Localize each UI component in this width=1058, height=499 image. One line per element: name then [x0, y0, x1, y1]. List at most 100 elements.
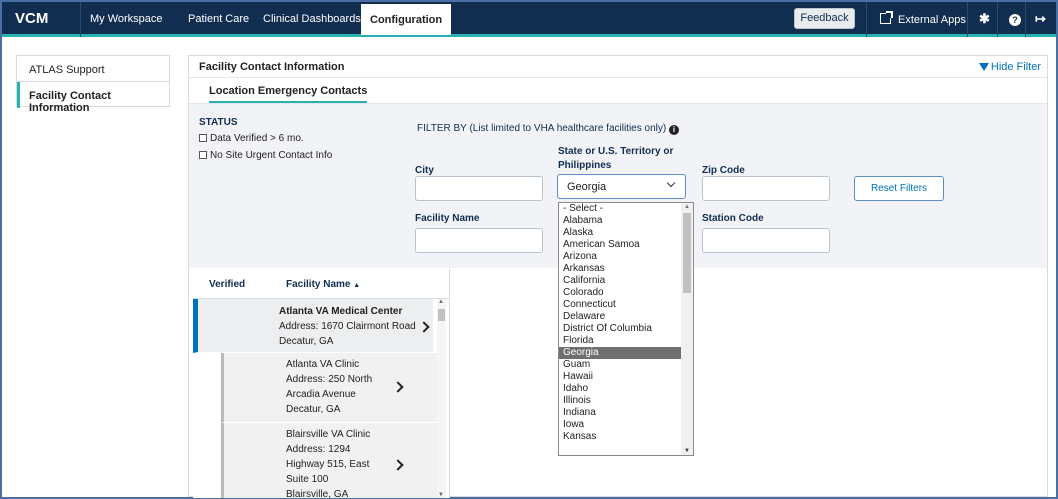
- tab-my-workspace[interactable]: My Workspace: [90, 13, 163, 25]
- zip-label: Zip Code: [702, 165, 745, 176]
- column-verified[interactable]: Verified: [209, 279, 245, 290]
- nav-divider: [967, 2, 968, 37]
- table-row[interactable]: Atlanta VA Medical Center Address: 1670 …: [193, 299, 433, 353]
- dropdown-option-selected[interactable]: Georgia: [559, 347, 681, 359]
- state-dropdown-list[interactable]: - Select - Alabama Alaska American Samoa…: [558, 202, 694, 456]
- filter-icon: [978, 63, 989, 71]
- facility-name: Atlanta VA Clinic: [286, 359, 360, 370]
- city-input[interactable]: [415, 176, 543, 201]
- column-facility-name-label: Facility Name: [286, 279, 351, 290]
- dropdown-option[interactable]: Kansas: [559, 431, 681, 443]
- dropdown-option[interactable]: - Select -: [559, 203, 681, 215]
- external-apps-link[interactable]: External Apps: [880, 11, 966, 26]
- top-nav: VCM My Workspace Patient Care Clinical D…: [2, 2, 1056, 37]
- dropdown-option[interactable]: Colorado: [559, 287, 681, 299]
- divider: [189, 77, 1047, 78]
- reset-filters-button[interactable]: Reset Filters: [854, 176, 944, 201]
- chevron-right-icon[interactable]: [418, 321, 430, 333]
- table-row[interactable]: Blairsville VA Clinic Address: 1294 High…: [221, 423, 437, 498]
- app-window: VCM My Workspace Patient Care Clinical D…: [0, 0, 1058, 499]
- gear-icon[interactable]: ✱: [979, 11, 990, 27]
- dropdown-option[interactable]: Alabama: [559, 215, 681, 227]
- sidebar-item-facility-contact-information[interactable]: Facility Contact Information: [17, 82, 169, 114]
- dropdown-option[interactable]: Delaware: [559, 311, 681, 323]
- sidebar: ATLAS Support Facility Contact Informati…: [16, 55, 170, 114]
- dropdown-option[interactable]: Iowa: [559, 419, 681, 431]
- scroll-down-icon[interactable]: ▼: [684, 448, 690, 454]
- hide-filter-link[interactable]: Hide Filter: [978, 61, 1041, 73]
- filter-note: (List limited to VHA healthcare faciliti…: [469, 123, 667, 134]
- tab-configuration[interactable]: Configuration: [361, 4, 452, 35]
- dropdown-option[interactable]: Arizona: [559, 251, 681, 263]
- row-text: Atlanta VA Clinic Address: 250 North Arc…: [286, 357, 372, 417]
- dropdown-option[interactable]: California: [559, 275, 681, 287]
- dropdown-option[interactable]: Hawaii: [559, 371, 681, 383]
- station-code-label: Station Code: [702, 213, 764, 224]
- state-select[interactable]: Georgia: [557, 174, 686, 199]
- sidebar-item-atlas-support[interactable]: ATLAS Support: [17, 56, 169, 82]
- facility-city: Decatur, GA: [279, 336, 334, 347]
- external-link-icon: [880, 11, 893, 24]
- facility-address-line2: Highway 515, East: [286, 459, 370, 470]
- dropdown-option[interactable]: American Samoa: [559, 239, 681, 251]
- nav-divider: [80, 2, 81, 37]
- status-heading: STATUS: [199, 117, 238, 128]
- scroll-up-icon[interactable]: ▲: [684, 204, 690, 210]
- dropdown-option[interactable]: Florida: [559, 335, 681, 347]
- state-label: State or U.S. Territory or: [558, 146, 674, 157]
- scrollbar-thumb[interactable]: [438, 309, 445, 321]
- chevron-right-icon[interactable]: [392, 381, 404, 393]
- dropdown-option[interactable]: Alaska: [559, 227, 681, 239]
- scroll-up-icon[interactable]: ▲: [438, 299, 444, 305]
- filter-by-label: FILTER BY: [417, 123, 467, 134]
- dropdown-option[interactable]: Connecticut: [559, 299, 681, 311]
- facility-address: Address: 1670 Clairmont Road: [279, 321, 416, 332]
- facility-address-line2: Arcadia Avenue: [286, 389, 356, 400]
- dropdown-option[interactable]: District Of Columbia: [559, 323, 681, 335]
- hide-filter-label: Hide Filter: [990, 61, 1041, 73]
- tab-clinical-dashboards[interactable]: Clinical Dashboards: [263, 13, 361, 25]
- row-text: Blairsville VA Clinic Address: 1294 High…: [286, 427, 370, 498]
- results-scrollbar[interactable]: ▲ ▼: [437, 299, 446, 498]
- dropdown-option[interactable]: Guam: [559, 359, 681, 371]
- facility-address: Address: 1294: [286, 444, 351, 455]
- no-urgent-contact-checkbox[interactable]: No Site Urgent Contact Info: [199, 150, 332, 161]
- column-facility-name[interactable]: Facility Name ▲: [286, 279, 360, 290]
- dropdown-option[interactable]: Arkansas: [559, 263, 681, 275]
- checkbox-box[interactable]: [199, 151, 207, 159]
- sign-out-icon[interactable]: ↦: [1035, 11, 1046, 27]
- results-list: Verified Facility Name ▲ Atlanta VA Medi…: [193, 269, 450, 498]
- facility-name-input[interactable]: [415, 228, 543, 253]
- scroll-down-icon[interactable]: ▼: [438, 492, 444, 498]
- help-icon[interactable]: ?: [1009, 14, 1021, 26]
- tab-patient-care[interactable]: Patient Care: [188, 13, 249, 25]
- state-select-value: Georgia: [567, 181, 607, 193]
- data-verified-checkbox[interactable]: Data Verified > 6 mo.: [199, 133, 304, 144]
- state-label-line2: Philippines: [558, 160, 612, 171]
- scrollbar-thumb[interactable]: [683, 213, 691, 293]
- facility-name-label: Facility Name: [415, 213, 480, 224]
- station-code-input[interactable]: [702, 228, 830, 253]
- dropdown-option[interactable]: Indiana: [559, 407, 681, 419]
- facility-name: Blairsville VA Clinic: [286, 429, 371, 440]
- dropdown-option[interactable]: Illinois: [559, 395, 681, 407]
- tab-location-emergency-contacts[interactable]: Location Emergency Contacts: [209, 85, 368, 104]
- info-icon[interactable]: i: [668, 125, 679, 135]
- nav-divider: [997, 2, 998, 37]
- chevron-right-icon[interactable]: [392, 459, 404, 471]
- page-title: Facility Contact Information: [199, 61, 345, 73]
- brand-logo[interactable]: VCM: [15, 10, 48, 27]
- table-row[interactable]: Atlanta VA Clinic Address: 250 North Arc…: [221, 353, 437, 423]
- dropdown-option[interactable]: Idaho: [559, 383, 681, 395]
- zip-input[interactable]: [702, 176, 830, 201]
- facility-address: Address: 250 North: [286, 374, 373, 385]
- chevron-down-icon: [666, 178, 676, 188]
- checkbox-label: Data Verified > 6 mo.: [210, 133, 304, 144]
- sort-asc-icon: ▲: [353, 282, 361, 289]
- checkbox-box[interactable]: [199, 134, 207, 142]
- dropdown-scrollbar[interactable]: ▲ ▼: [681, 203, 693, 455]
- feedback-button[interactable]: Feedback: [794, 8, 855, 29]
- facility-city: Decatur, GA: [286, 404, 341, 415]
- facility-address-line3: Suite 100: [286, 474, 329, 485]
- row-text: Atlanta VA Medical Center Address: 1670 …: [279, 304, 416, 349]
